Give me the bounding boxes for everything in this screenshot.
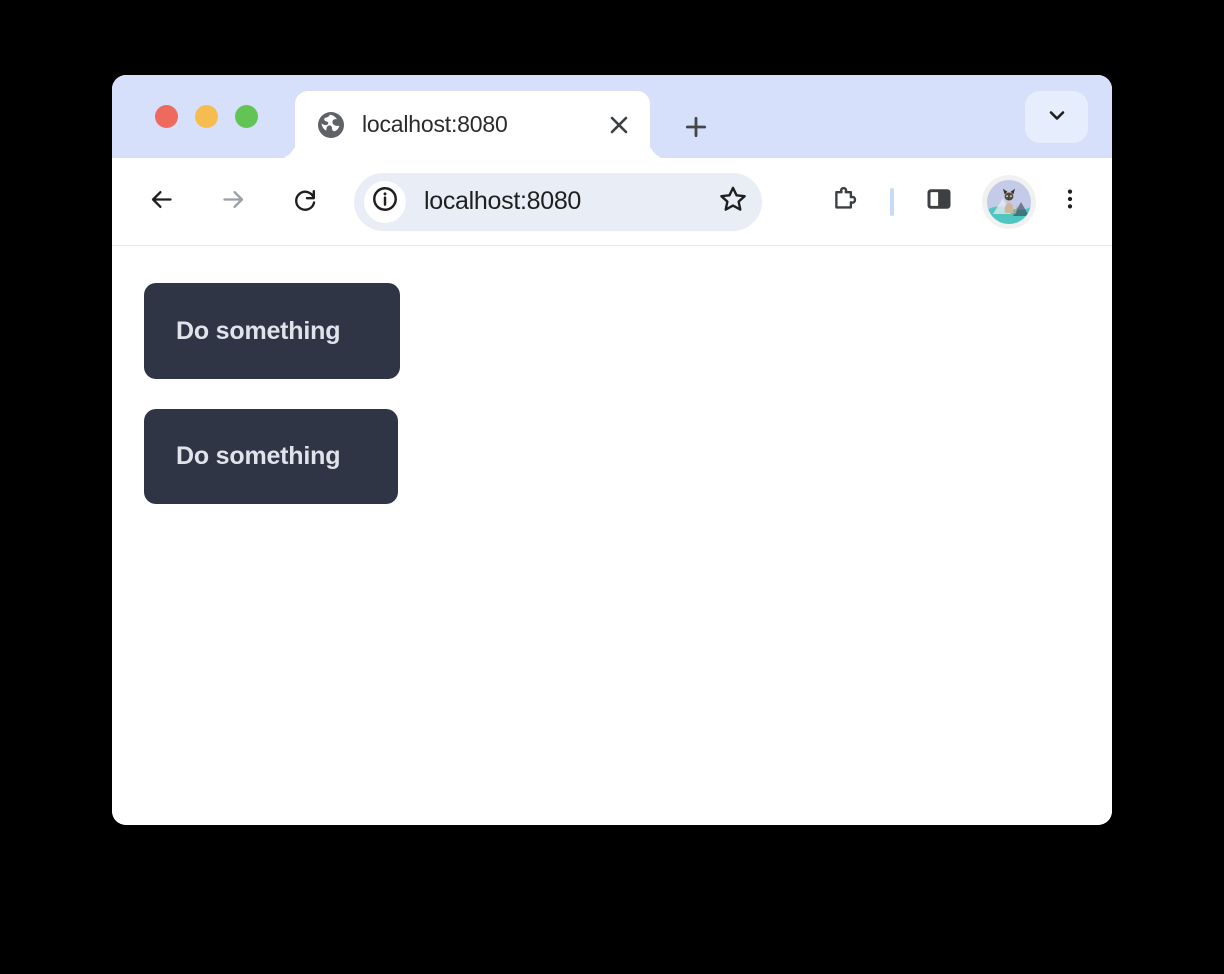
chevron-down-icon: [1045, 103, 1069, 132]
close-window-button[interactable]: [155, 105, 178, 128]
forward-button[interactable]: [210, 179, 256, 225]
tab-title: localhost:8080: [362, 111, 508, 137]
address-bar-url[interactable]: localhost:8080: [424, 187, 712, 216]
window-traffic-lights: [155, 105, 258, 128]
forward-arrow-icon: [220, 186, 247, 218]
side-panel-button[interactable]: [916, 179, 962, 225]
close-tab-button[interactable]: [602, 108, 636, 142]
do-something-button-1[interactable]: Do something: [144, 283, 400, 379]
page-content: Do something Do something: [112, 246, 1112, 825]
new-tab-button[interactable]: [678, 109, 714, 145]
reload-button[interactable]: [282, 179, 328, 225]
back-arrow-icon: [148, 186, 175, 218]
address-bar[interactable]: localhost:8080: [354, 172, 762, 231]
tab-search-button[interactable]: [1025, 91, 1088, 143]
star-icon: [718, 184, 748, 219]
toolbar-actions: [822, 174, 1112, 229]
back-button[interactable]: [138, 179, 184, 225]
do-something-button-2[interactable]: Do something: [144, 409, 398, 504]
minimize-window-button[interactable]: [195, 105, 218, 128]
tab-strip: localhost:8080: [112, 75, 1112, 158]
maximize-window-button[interactable]: [235, 105, 258, 128]
three-dot-menu-icon: [1057, 186, 1083, 217]
info-icon: [371, 185, 399, 218]
browser-menu-button[interactable]: [1050, 179, 1090, 225]
cat-avatar: [987, 179, 1031, 224]
site-info-button[interactable]: [364, 180, 406, 223]
bookmark-button[interactable]: [712, 181, 754, 223]
puzzle-piece-icon: [830, 184, 860, 219]
toolbar-divider: [890, 187, 894, 216]
globe-icon: [317, 111, 345, 139]
profile-avatar-button[interactable]: [982, 174, 1036, 229]
browser-toolbar: localhost:8080: [112, 158, 1112, 246]
reload-icon: [292, 186, 319, 218]
browser-window: localhost:8080 localhost:8080 Do somethi…: [112, 75, 1112, 825]
extensions-button[interactable]: [822, 179, 868, 225]
side-panel-icon: [924, 184, 954, 219]
browser-tab-active[interactable]: localhost:8080: [295, 91, 650, 158]
